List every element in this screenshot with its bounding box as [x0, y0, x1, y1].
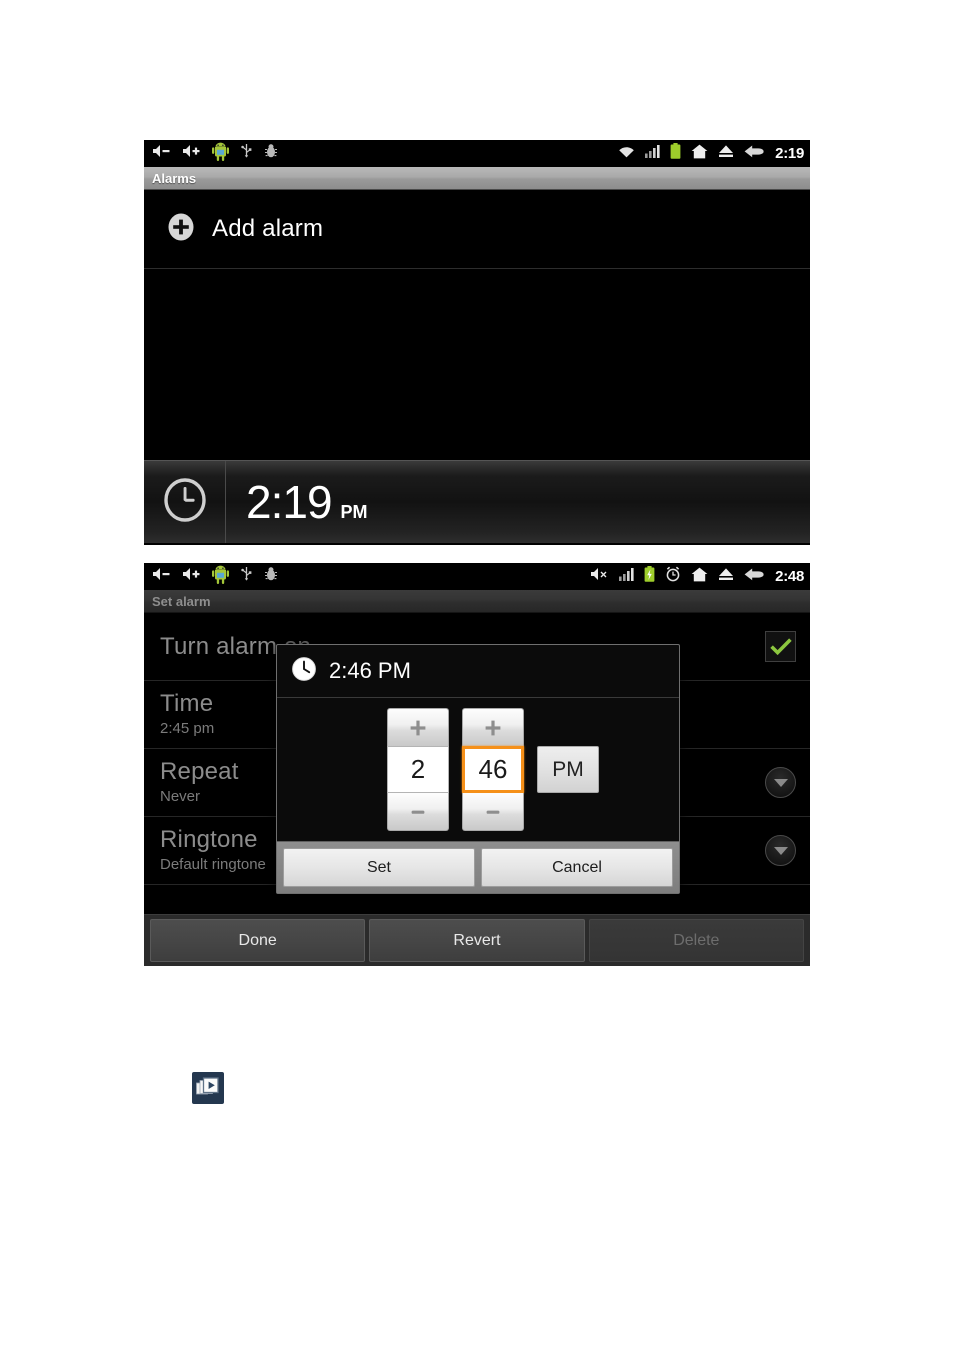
page-title-alarms: Alarms	[152, 170, 197, 186]
volume-mute-icon	[590, 567, 609, 586]
volume-up-icon	[182, 567, 201, 586]
minus-icon	[411, 810, 425, 814]
clock-footer-icon-cell[interactable]	[144, 461, 226, 543]
battery-icon	[670, 143, 681, 164]
hour-decrement-button[interactable]	[387, 793, 449, 831]
status-left-icons	[152, 142, 278, 166]
battery-charging-icon	[644, 566, 655, 587]
eject-icon	[718, 144, 734, 163]
minute-picker: 46	[462, 708, 524, 831]
ampm-toggle-button[interactable]: PM	[537, 746, 599, 793]
checkbox-checked[interactable]	[765, 631, 796, 662]
hour-picker: 2	[387, 708, 449, 831]
page-title-setalarm: Set alarm	[152, 593, 211, 609]
android-robot-icon	[212, 565, 229, 589]
clock-icon	[162, 477, 208, 528]
clock-icon	[291, 656, 317, 687]
plus-circle-icon	[166, 212, 196, 247]
status-bar-alarms: 2:19	[144, 140, 810, 167]
alarms-empty-list	[144, 269, 810, 460]
ringtone-dropdown-button[interactable]	[765, 835, 796, 866]
check-icon	[769, 637, 792, 655]
clock-footer-ampm: PM	[340, 502, 368, 522]
delete-button[interactable]: Delete	[588, 919, 804, 962]
hour-value[interactable]: 2	[387, 746, 449, 793]
revert-button[interactable]: Revert	[369, 919, 585, 962]
set-alarm-screen: 2:48 Set alarm Turn alarm on Time 2:45 p…	[144, 563, 810, 966]
turn-alarm-on-checkbox[interactable]	[765, 631, 796, 662]
minute-increment-button[interactable]	[462, 708, 524, 746]
debug-bug-icon	[264, 566, 278, 587]
dialog-title-text: 2:46 PM	[329, 658, 411, 683]
signal-bars-icon	[619, 567, 634, 586]
minute-value[interactable]: 46	[462, 746, 524, 793]
usb-icon	[240, 143, 253, 164]
volume-down-icon	[152, 567, 171, 586]
clock-footer-time: 2:19 PM	[226, 475, 368, 529]
android-robot-icon	[212, 142, 229, 166]
minus-icon	[486, 810, 500, 814]
home-icon	[691, 567, 708, 587]
status-clock-setalarm: 2:48	[775, 568, 804, 585]
repeat-dropdown-button[interactable]	[765, 767, 796, 798]
add-alarm-button[interactable]: Add alarm	[144, 190, 810, 269]
volume-down-icon	[152, 144, 171, 163]
alarm-clock-icon	[665, 566, 681, 587]
plus-icon	[485, 720, 501, 735]
back-icon	[744, 567, 764, 587]
status-left-icons-setalarm	[152, 565, 278, 589]
done-button[interactable]: Done	[150, 919, 366, 962]
home-icon	[691, 144, 708, 164]
add-alarm-label: Add alarm	[212, 215, 324, 242]
image-placeholder-icon	[192, 1072, 224, 1104]
volume-up-icon	[182, 144, 201, 163]
status-right-icons: 2:19	[618, 143, 804, 164]
time-picker-body: 2 46 PM	[277, 698, 679, 841]
back-icon	[744, 144, 764, 164]
debug-bug-icon	[264, 143, 278, 164]
clock-footer-bar[interactable]: 2:19 PM	[144, 460, 810, 543]
alarm-action-bar: Done Revert Delete	[144, 914, 810, 966]
hour-increment-button[interactable]	[387, 708, 449, 746]
time-picker-dialog: 2:46 PM 2 46 PM Set Cancel	[276, 644, 680, 894]
chevron-down-icon[interactable]	[765, 835, 796, 866]
usb-icon	[240, 566, 253, 587]
alarms-screen: 2:19 Alarms Add alarm 2:19 PM	[144, 140, 810, 545]
title-bar-setalarm: Set alarm	[144, 590, 810, 613]
wifi-icon	[618, 144, 635, 163]
cancel-button[interactable]: Cancel	[481, 848, 673, 887]
plus-icon	[410, 720, 426, 735]
dialog-footer: Set Cancel	[277, 841, 679, 893]
status-bar-setalarm: 2:48	[144, 563, 810, 590]
dialog-title-bar: 2:46 PM	[277, 645, 679, 698]
clock-footer-time-value: 2:19	[246, 476, 333, 528]
chevron-down-icon[interactable]	[765, 767, 796, 798]
minute-decrement-button[interactable]	[462, 793, 524, 831]
signal-bars-icon	[645, 144, 660, 163]
status-clock-alarms: 2:19	[775, 145, 804, 162]
set-button[interactable]: Set	[283, 848, 475, 887]
status-right-icons-setalarm: 2:48	[590, 566, 804, 587]
eject-icon	[718, 567, 734, 586]
title-bar-alarms: Alarms	[144, 167, 810, 190]
